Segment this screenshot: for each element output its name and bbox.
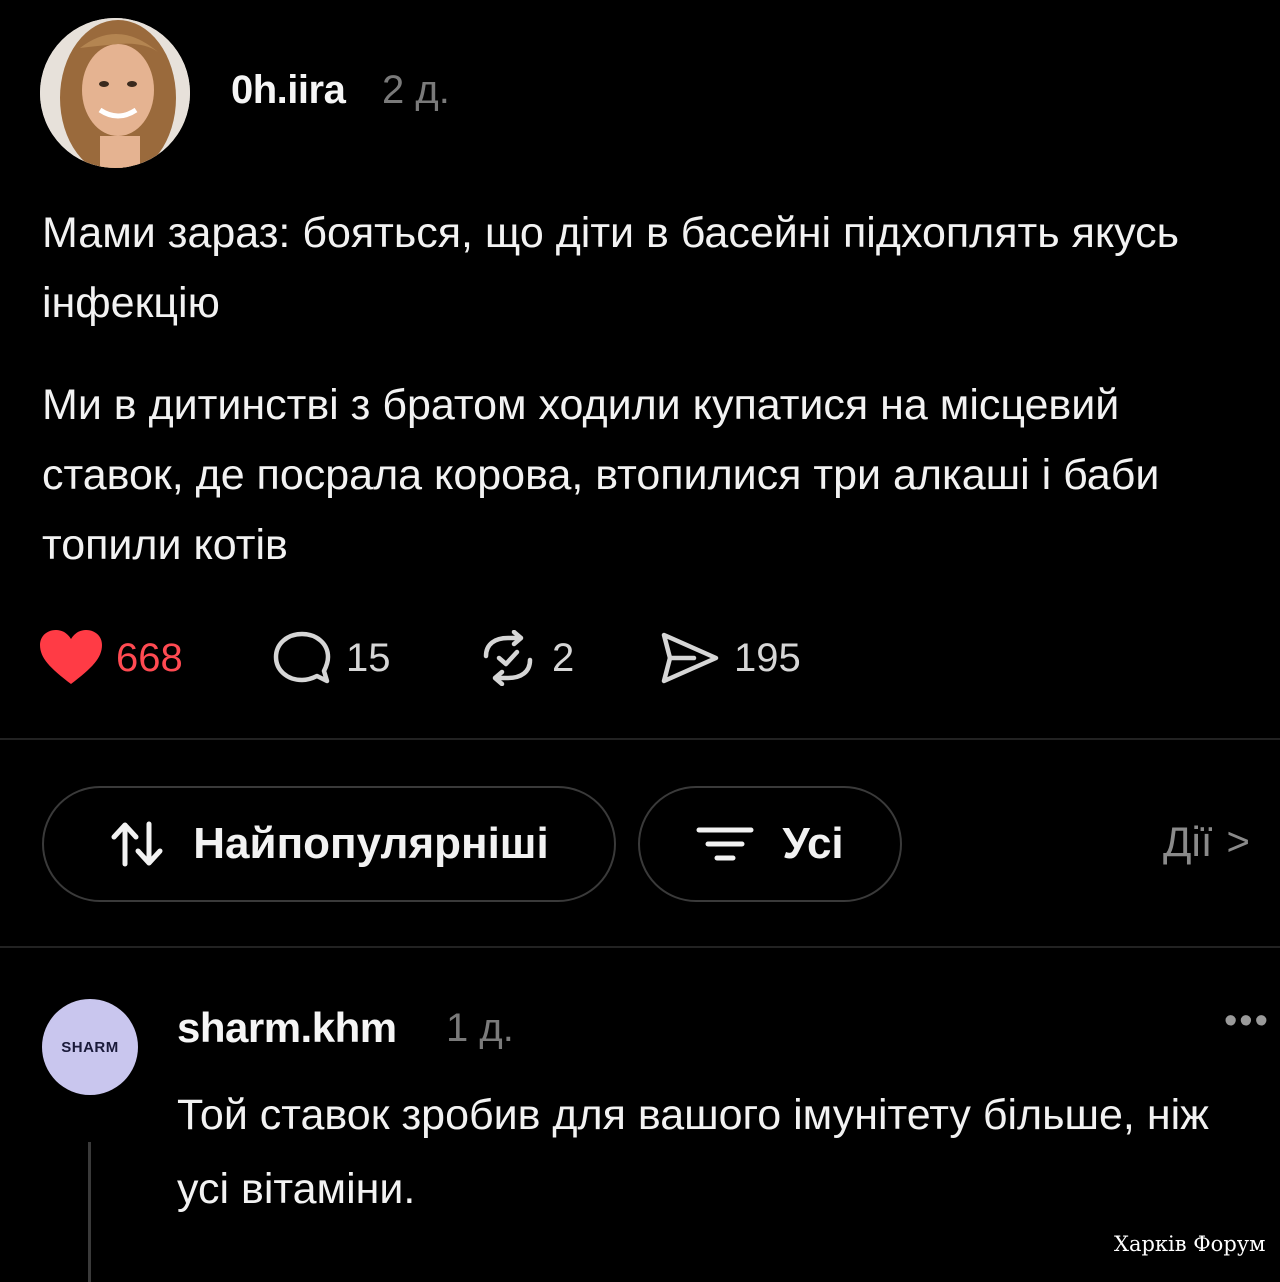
post-paragraph: Ми в дитинстві з братом ходили купатися … [42,381,1160,569]
commenter-avatar[interactable]: SHARM [42,999,138,1095]
heart-icon [40,630,102,686]
comment-count: 15 [346,635,391,680]
actions-label: Дії [1163,818,1213,865]
watermark: Харків Форум [1114,1232,1266,1256]
comment-button[interactable]: 15 [272,628,391,688]
filter-lines-icon [696,824,782,864]
comment-bubble-icon [272,630,332,686]
repost-button[interactable]: 2 [478,628,574,688]
comment-time: 1 д. [446,1006,514,1050]
post-paragraph: Мами зараз: бояться, що діти в басейні п… [42,209,1180,327]
post-time: 2 д. [382,68,450,112]
share-button[interactable]: 195 [660,628,801,688]
sort-arrows-icon [109,820,193,868]
divider [0,738,1280,740]
post-author[interactable]: 0h.iira [231,68,346,113]
more-options-icon[interactable]: ••• [1224,1000,1270,1043]
repost-icon [478,630,538,686]
share-count: 195 [734,635,801,680]
filter-all-button[interactable]: Усі [638,786,902,902]
like-count: 668 [116,635,183,680]
divider [0,946,1280,948]
sort-label: Найпопулярніші [193,819,549,868]
avatar-logo-text: SHARM [61,1038,119,1056]
thread-line [88,1142,91,1282]
repost-count: 2 [552,635,575,680]
actions-link[interactable]: Дії > [1163,818,1250,866]
author-avatar[interactable] [40,18,190,168]
chevron-right-icon: > [1226,819,1250,864]
comment-text: Той ставок зробив для вашого імунітету б… [177,1091,1209,1213]
like-button[interactable]: 668 [40,628,183,688]
sort-popular-button[interactable]: Найпопулярніші [42,786,616,902]
filter-label: Усі [782,819,844,868]
send-icon [660,630,720,686]
comment-author[interactable]: sharm.khm [177,1004,397,1052]
